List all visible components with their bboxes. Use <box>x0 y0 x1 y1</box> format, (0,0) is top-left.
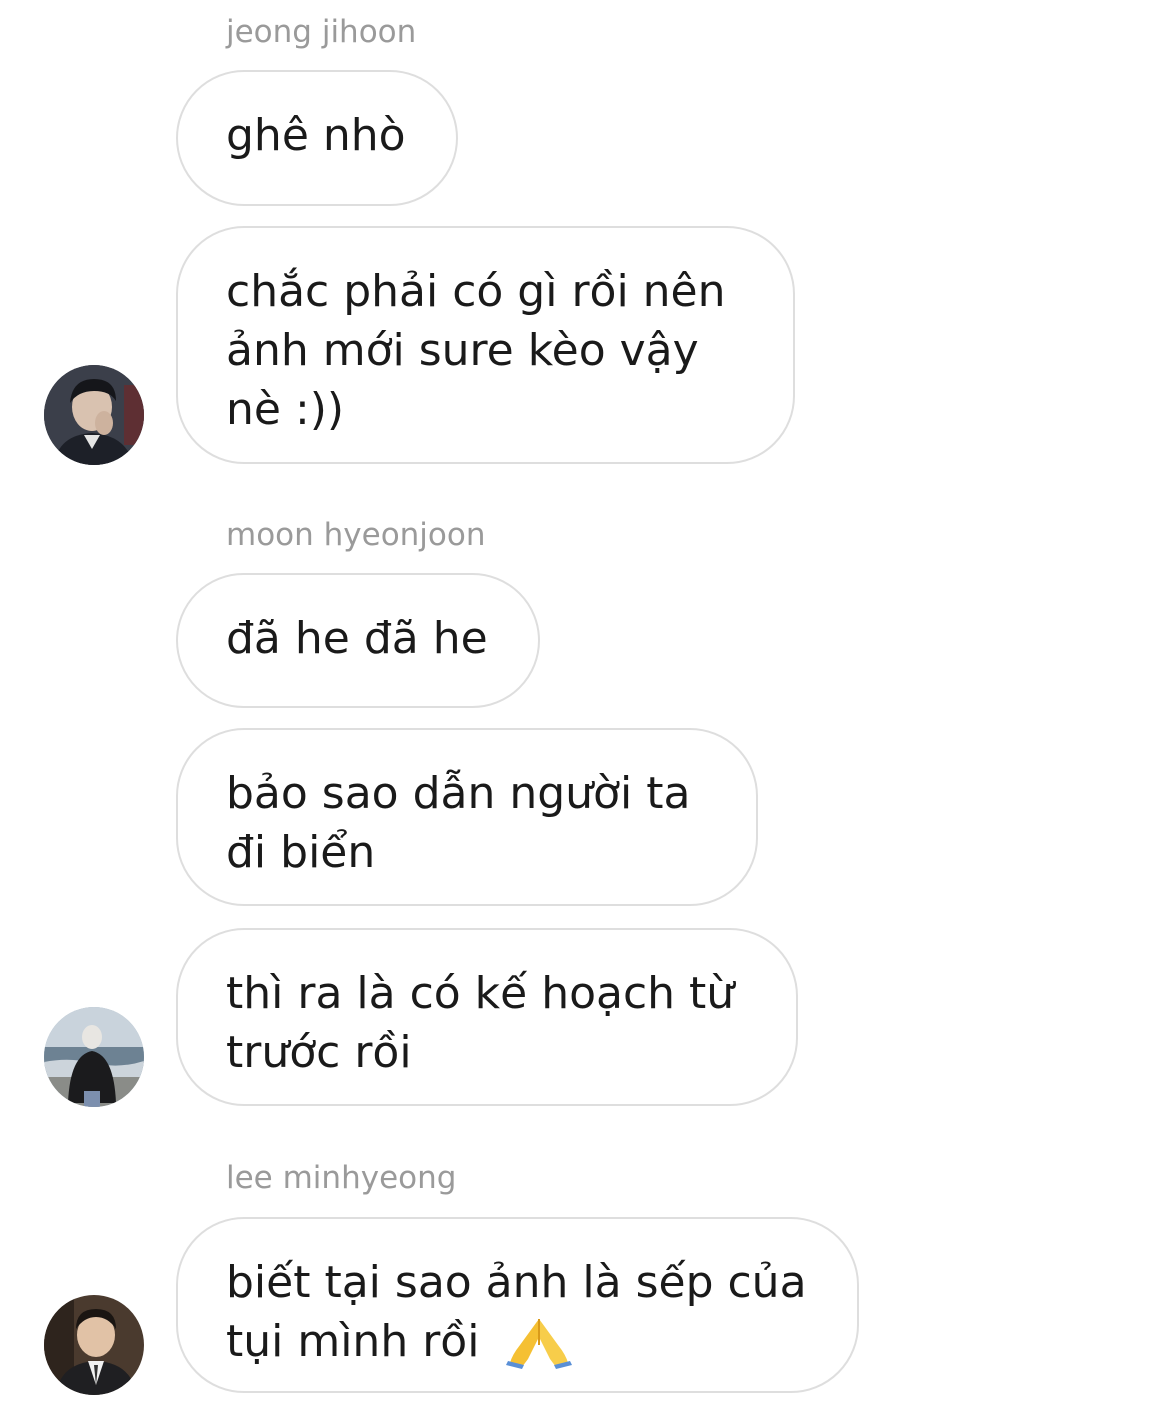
message-text: bảo sao dẫn người ta đi biển <box>226 768 691 878</box>
message-text: đã he đã he <box>226 613 488 664</box>
avatar[interactable] <box>44 365 144 465</box>
message-bubble[interactable]: ghê nhò <box>176 70 458 206</box>
sender-name-lee-minhyeong: lee minhyeong <box>226 1160 457 1196</box>
message-text: ghê nhò <box>226 110 406 161</box>
user-avatar-beach-photo-icon <box>44 1007 144 1107</box>
message-bubble[interactable]: chắc phải có gì rồi nên ảnh mới sure kèo… <box>176 226 795 464</box>
avatar[interactable] <box>44 1295 144 1395</box>
message-bubble[interactable]: đã he đã he <box>176 573 540 708</box>
user-avatar-dark-portrait-icon <box>44 365 144 465</box>
user-avatar-suit-portrait-icon <box>44 1295 144 1395</box>
sender-name-jeong-jihoon: jeong jihoon <box>226 14 417 50</box>
folded-hands-icon <box>506 1319 572 1369</box>
message-bubble[interactable]: thì ra là có kế hoạch từ trước rồi <box>176 928 798 1106</box>
message-bubble[interactable]: bảo sao dẫn người ta đi biển <box>176 728 758 906</box>
message-text: thì ra là có kế hoạch từ trước rồi <box>226 968 735 1078</box>
avatar[interactable] <box>44 1007 144 1107</box>
message-text: chắc phải có gì rồi nên ảnh mới sure kèo… <box>226 266 726 435</box>
message-bubble[interactable]: biết tại sao ảnh là sếp của tụi mình rồi <box>176 1217 859 1393</box>
sender-name-moon-hyeonjoon: moon hyeonjoon <box>226 517 486 553</box>
